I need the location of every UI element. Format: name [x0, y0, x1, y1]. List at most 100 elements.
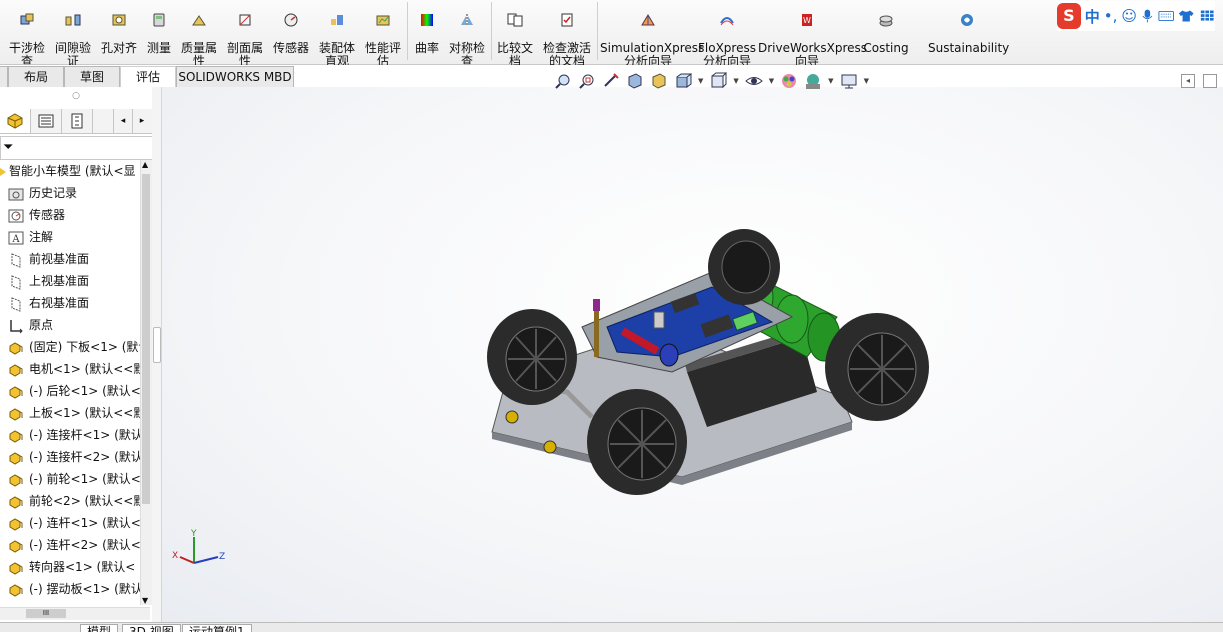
scrollbar-thumb[interactable] [142, 174, 150, 504]
tree-item-front-plane[interactable]: 前视基准面 [8, 248, 89, 270]
dropdown-arrow-icon[interactable]: ▼ [733, 77, 738, 85]
tree-item-component[interactable]: (-) 前轮<1> (默认< [8, 468, 140, 490]
tree-item-component[interactable]: 前轮<2> (默认<<默 [8, 490, 140, 512]
simulationxpress-button[interactable]: SimulationXpress 分析向导 [600, 0, 704, 68]
tree-vertical-scrollbar[interactable]: ▲ ▼ [140, 160, 152, 605]
tab-property-manager[interactable] [31, 109, 62, 133]
tree-item-top-plane[interactable]: 上视基准面 [8, 270, 89, 292]
zoom-to-area-icon[interactable] [578, 72, 596, 90]
tree-item-sensors[interactable]: 传感器 [8, 204, 65, 226]
tree-item-component[interactable]: (固定) 下板<1> (默认 [8, 336, 140, 358]
edit-appearance-icon[interactable] [780, 72, 798, 90]
tree-item-component[interactable]: (-) 连杆<1> (默认< [8, 512, 140, 534]
assembly-visualization-button[interactable]: 装配体 直观 [316, 0, 358, 68]
assembly-icon [0, 167, 6, 176]
origin-icon [10, 319, 23, 333]
tab-sketch[interactable]: 草图 [64, 66, 120, 87]
tree-filter[interactable]: ⏷ [0, 136, 154, 160]
microphone-icon[interactable] [1141, 8, 1154, 24]
maximize-view-icon[interactable] [1203, 74, 1217, 88]
section-view-icon[interactable] [626, 72, 644, 90]
symmetry-check-button[interactable]: 对称检 查 [446, 0, 488, 68]
tree-item-history[interactable]: 历史记录 [8, 182, 77, 204]
tree-item-origin[interactable]: 原点 [8, 314, 53, 336]
keyboard-icon[interactable] [1158, 9, 1174, 23]
ribbon-separator [597, 2, 598, 60]
simulation-icon [641, 14, 655, 26]
emoji-icon[interactable]: ☺ [1121, 7, 1137, 25]
mass-properties-button[interactable]: 质量属 性 [178, 0, 220, 68]
antenna-post [594, 307, 599, 357]
tab-layout[interactable]: 布局 [8, 66, 64, 87]
smart-car-model[interactable] [472, 227, 942, 507]
ime-punctuation-toggle[interactable]: •, [1104, 7, 1118, 25]
tab-configuration-manager[interactable] [62, 109, 93, 133]
hscroll-thumb[interactable]: III [26, 609, 66, 618]
front-wheel-right[interactable] [587, 389, 687, 495]
tab-solidworks-mbd[interactable]: SOLIDWORKS MBD [176, 66, 294, 87]
view-settings-icon[interactable] [840, 72, 858, 90]
scroll-right-icon[interactable]: ▸ [133, 109, 151, 133]
scroll-left-icon[interactable]: ◂ [114, 109, 133, 133]
tree-root-assembly[interactable]: 智能小车模型 (默认<显 [0, 160, 136, 182]
section-properties-button[interactable]: 剖面属 性 [224, 0, 266, 68]
tab-feature-manager[interactable] [0, 109, 31, 133]
tree-item-component[interactable]: 上板<1> (默认<<默 [8, 402, 140, 424]
graphics-area[interactable]: ▼ ▼ ▼ ▼ ▼ ◂ Y Z X [162, 72, 1223, 622]
tree-item-component[interactable]: (-) 摆动板<1> (默认 [8, 578, 140, 600]
dynamic-annotation-icon[interactable] [650, 72, 668, 90]
tree-item-annotations[interactable]: A 注解 [8, 226, 53, 248]
tree-item-component[interactable]: (-) 连接杆<2> (默认 [8, 446, 140, 468]
interference-check-button[interactable]: 干涉检 查 [6, 0, 48, 68]
floxpress-button[interactable]: FloXpress 分析向导 [698, 0, 756, 68]
tree-item-right-plane[interactable]: 右视基准面 [8, 292, 89, 314]
tree-item-component[interactable]: (-) 连接杆<1> (默认 [8, 424, 140, 446]
dropdown-arrow-icon[interactable]: ▼ [769, 77, 774, 85]
tab-more[interactable] [93, 109, 114, 133]
driveworksxpress-button[interactable]: W DriveWorksXpress 向导 [758, 0, 867, 68]
tree-horizontal-scrollbar[interactable]: III [0, 607, 150, 620]
view-orientation-icon[interactable] [674, 72, 692, 90]
panel-splitter[interactable] [152, 87, 162, 631]
compare-documents-button[interactable]: 比较文 档 [494, 0, 536, 68]
part-icon [9, 539, 23, 553]
scroll-up-icon[interactable]: ▲ [142, 160, 148, 169]
zoom-to-fit-icon[interactable] [554, 72, 572, 90]
measure-button[interactable]: 测量 [142, 0, 176, 60]
collapse-panel-handle[interactable] [153, 327, 161, 363]
tab-previous-partial[interactable] [0, 66, 8, 87]
hole-alignment-button[interactable]: 孔对齐 [98, 0, 140, 60]
performance-evaluation-button[interactable]: 性能评 估 [362, 0, 404, 68]
tree-item-component[interactable]: (-) 后轮<1> (默认< [8, 380, 140, 402]
panel-grip-icon[interactable]: ○ [0, 91, 152, 101]
front-axle-nut [543, 440, 557, 454]
filter-icon[interactable]: ⏷ [3, 140, 13, 155]
clearance-verification-button[interactable]: 间隙验 证 [52, 0, 94, 68]
curvature-button[interactable]: 曲率 [410, 0, 444, 60]
rear-wheel-right[interactable] [825, 313, 929, 421]
hide-show-items-icon[interactable] [745, 72, 763, 90]
previous-view-icon[interactable] [602, 72, 620, 90]
restore-panel-icon[interactable]: ◂ [1181, 74, 1195, 88]
display-style-icon[interactable] [709, 72, 728, 90]
dropdown-arrow-icon[interactable]: ▼ [828, 77, 833, 85]
performance-icon [376, 15, 390, 26]
tab-evaluate[interactable]: 评估 [120, 66, 176, 87]
front-wheel-left[interactable] [487, 309, 577, 405]
grid-menu-icon[interactable] [1199, 9, 1215, 23]
shirt-icon[interactable] [1178, 9, 1194, 23]
tree-item-component[interactable]: 电机<1> (默认<<默 [8, 358, 140, 380]
sustainability-button[interactable]: Sustainability [928, 0, 1009, 60]
tree-item-component[interactable]: (-) 连杆<2> (默认< [8, 534, 140, 556]
costing-button[interactable]: Costing [860, 0, 912, 60]
apply-scene-icon[interactable] [804, 72, 822, 90]
ime-language-toggle[interactable]: 中 [1085, 6, 1100, 27]
scroll-down-icon[interactable]: ▼ [142, 596, 148, 605]
check-active-document-button[interactable]: 检查激活 的文档 ▼ [540, 0, 594, 78]
rear-wheel-left[interactable] [708, 229, 780, 305]
dropdown-arrow-icon[interactable]: ▼ [698, 77, 703, 85]
sensor-button[interactable]: 传感器 [270, 0, 312, 60]
sogou-logo-icon[interactable]: S [1057, 3, 1081, 29]
dropdown-arrow-icon[interactable]: ▼ [864, 77, 869, 85]
tree-item-component[interactable]: 转向器<1> (默认< [8, 556, 135, 578]
